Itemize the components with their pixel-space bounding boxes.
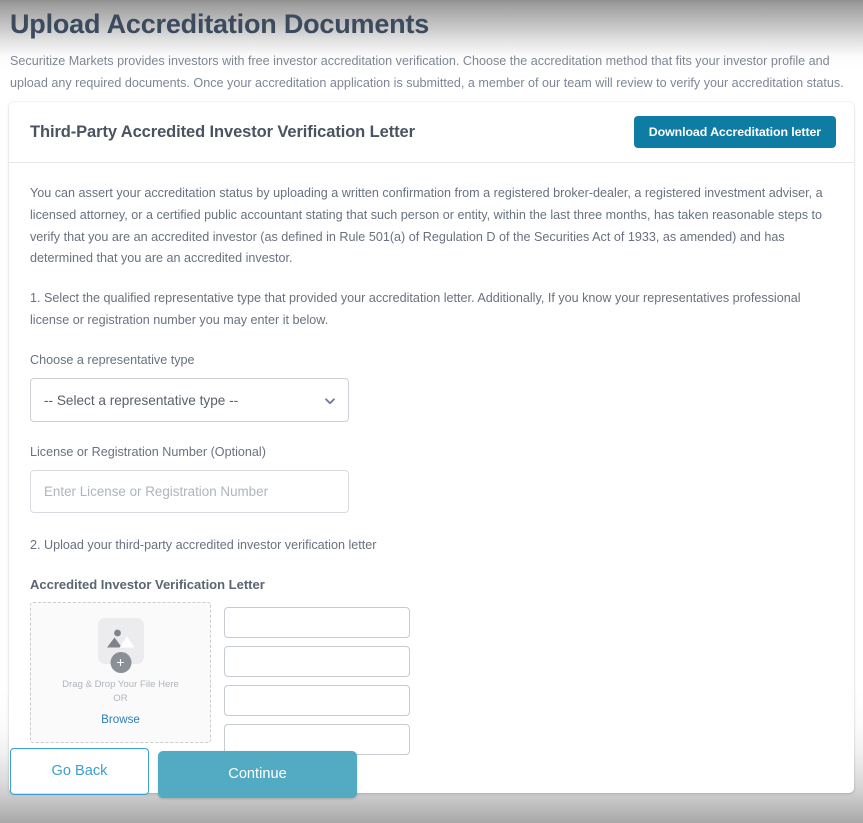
card-title: Third-Party Accredited Investor Verifica… <box>30 122 415 141</box>
browse-button[interactable]: Browse <box>101 713 140 726</box>
verification-card: Third-Party Accredited Investor Verifica… <box>9 102 854 793</box>
upload-field-1[interactable] <box>224 606 410 638</box>
license-number-label: License or Registration Number (Optional… <box>30 445 266 460</box>
upload-row: + Drag & Drop Your File Here OR Browse <box>30 601 833 755</box>
upload-meta-fields <box>224 602 410 755</box>
page-root: Upload Accreditation Documents Securitiz… <box>0 0 863 823</box>
image-placeholder-icon: + <box>97 618 144 674</box>
upload-field-2[interactable] <box>224 645 410 677</box>
step-one-instruction: 1. Select the qualified representative t… <box>30 291 801 327</box>
footer-action-bar: Go Back Continue <box>0 748 863 798</box>
license-number-input[interactable] <box>30 470 349 514</box>
representative-type-select-wrapper: -- Select a representative type -- <box>30 378 349 423</box>
continue-button[interactable]: Continue <box>158 751 357 798</box>
page-intro-text: Securitize Markets provides investors wi… <box>10 54 844 91</box>
file-dropzone[interactable]: + Drag & Drop Your File Here OR Browse <box>30 601 211 743</box>
dropzone-or-text: OR <box>113 693 128 705</box>
accreditation-description: You can assert your accreditation status… <box>30 186 823 266</box>
representative-type-label: Choose a representative type <box>30 353 195 368</box>
card-header: Third-Party Accredited Investor Verifica… <box>9 102 854 164</box>
step-two-instruction: 2. Upload your third-party accredited in… <box>30 538 377 553</box>
card-body: You can assert your accreditation status… <box>9 163 854 792</box>
upload-field-3[interactable] <box>224 684 410 716</box>
page-header: Upload Accreditation Documents Securitiz… <box>0 0 863 94</box>
representative-type-select[interactable]: -- Select a representative type -- <box>30 378 349 423</box>
page-title: Upload Accreditation Documents <box>10 9 430 39</box>
upload-section-label: Accredited Investor Verification Letter <box>30 576 265 592</box>
go-back-button[interactable]: Go Back <box>10 748 149 795</box>
plus-icon: + <box>110 652 131 674</box>
download-accreditation-letter-button[interactable]: Download Accreditation letter <box>633 116 836 149</box>
dropzone-drag-text: Drag & Drop Your File Here <box>62 679 179 691</box>
